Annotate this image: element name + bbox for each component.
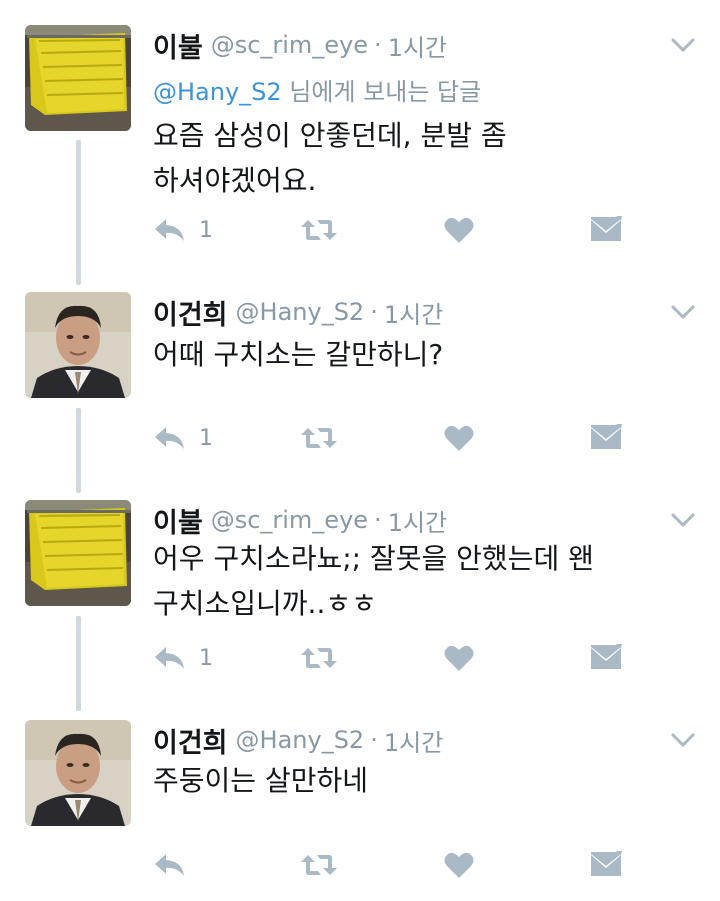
tweet-header: 이불 @sc_rim_eye · 1시간 xyxy=(153,26,447,65)
man-in-suit-avatar-image xyxy=(25,292,131,398)
avatar[interactable] xyxy=(25,500,131,606)
like-button[interactable] xyxy=(444,213,474,247)
tweet-header: 이불 @sc_rim_eye · 1시간 xyxy=(153,501,447,540)
user-handle[interactable]: @sc_rim_eye xyxy=(211,31,368,59)
chevron-down-icon[interactable] xyxy=(668,33,698,57)
tweet-actions xyxy=(153,848,633,882)
separator: · xyxy=(370,298,378,326)
chevron-down-icon[interactable] xyxy=(668,300,698,324)
replying-to: @Hany_S2 님에게 보내는 답글 xyxy=(153,72,481,107)
tweet-text: 어때 구치소는 갈만하니? xyxy=(153,338,444,371)
user-name[interactable]: 이건희 xyxy=(153,293,228,332)
avatar[interactable] xyxy=(25,25,131,131)
user-handle[interactable]: @Hany_S2 xyxy=(236,726,365,754)
tweet[interactable]: 이불 @sc_rim_eye · 1시간 @Hany_S2 님에게 보내는 답글… xyxy=(0,25,720,280)
envelope-icon xyxy=(590,851,622,879)
reply-count: 1 xyxy=(199,425,213,451)
retweet-button[interactable] xyxy=(299,213,339,247)
tweet-actions: 1 xyxy=(153,421,633,455)
retweet-icon xyxy=(299,216,339,244)
heart-icon xyxy=(444,216,474,244)
user-name[interactable]: 이건희 xyxy=(153,721,228,760)
reply-button[interactable]: 1 xyxy=(153,213,213,247)
tweet-actions: 1 xyxy=(153,641,633,675)
user-name[interactable]: 이불 xyxy=(153,501,203,540)
heart-icon xyxy=(444,851,474,879)
reply-icon xyxy=(153,216,187,244)
user-name[interactable]: 이불 xyxy=(153,26,203,65)
user-handle[interactable]: @sc_rim_eye xyxy=(211,506,368,534)
tweet-actions: 1 xyxy=(153,213,633,247)
user-handle[interactable]: @Hany_S2 xyxy=(236,298,365,326)
reply-suffix: 님에게 보내는 답글 xyxy=(281,78,482,106)
chevron-down-icon[interactable] xyxy=(668,728,698,752)
tweet[interactable]: 이건희 @Hany_S2 · 1시간 주둥이는 살만하네 xyxy=(0,720,720,895)
reply-button[interactable]: 1 xyxy=(153,641,213,675)
like-button[interactable] xyxy=(444,421,474,455)
man-in-suit-avatar-image xyxy=(25,720,131,826)
chevron-down-icon[interactable] xyxy=(668,508,698,532)
reply-icon xyxy=(153,424,187,452)
envelope-icon xyxy=(590,216,622,244)
retweet-button[interactable] xyxy=(299,848,339,882)
reply-icon xyxy=(153,851,187,879)
retweet-button[interactable] xyxy=(299,641,339,675)
tweet-text: 요즘 삼성이 안좋던데, 분발 좀 하셔야겠어요. xyxy=(153,119,507,197)
reply-count: 1 xyxy=(199,645,213,671)
reply-button[interactable] xyxy=(153,848,199,882)
reply-mention-link[interactable]: @Hany_S2 xyxy=(153,78,282,106)
avatar[interactable] xyxy=(25,720,131,826)
retweet-icon xyxy=(299,851,339,879)
timestamp[interactable]: 1시간 xyxy=(388,28,447,63)
timestamp[interactable]: 1시간 xyxy=(384,295,443,330)
retweet-icon xyxy=(299,424,339,452)
separator: · xyxy=(370,726,378,754)
reply-icon xyxy=(153,644,187,672)
retweet-button[interactable] xyxy=(299,421,339,455)
timestamp[interactable]: 1시간 xyxy=(388,503,447,538)
message-button[interactable] xyxy=(590,213,622,247)
separator: · xyxy=(374,31,382,59)
retweet-icon xyxy=(299,644,339,672)
timestamp[interactable]: 1시간 xyxy=(384,723,443,758)
envelope-icon xyxy=(590,644,622,672)
message-button[interactable] xyxy=(590,641,622,675)
separator: · xyxy=(374,506,382,534)
yellow-blanket-avatar-image xyxy=(25,500,131,606)
heart-icon xyxy=(444,424,474,452)
tweet-text: 어우 구치소라뇨;; 잘못을 안했는데 왠 구치소입니까..ㅎㅎ xyxy=(153,542,594,620)
envelope-icon xyxy=(590,424,622,452)
tweet-text: 주둥이는 살만하네 xyxy=(153,764,368,797)
like-button[interactable] xyxy=(444,641,474,675)
reply-button[interactable]: 1 xyxy=(153,421,213,455)
tweet-header: 이건희 @Hany_S2 · 1시간 xyxy=(153,721,443,760)
reply-count: 1 xyxy=(199,217,213,243)
tweet[interactable]: 이불 @sc_rim_eye · 1시간 어우 구치소라뇨;; 잘못을 안했는데… xyxy=(0,500,720,690)
message-button[interactable] xyxy=(590,421,622,455)
like-button[interactable] xyxy=(444,848,474,882)
heart-icon xyxy=(444,644,474,672)
yellow-blanket-avatar-image xyxy=(25,25,131,131)
tweet-header: 이건희 @Hany_S2 · 1시간 xyxy=(153,293,443,332)
avatar[interactable] xyxy=(25,292,131,398)
message-button[interactable] xyxy=(590,848,622,882)
tweet[interactable]: 이건희 @Hany_S2 · 1시간 어때 구치소는 갈만하니? 1 xyxy=(0,292,720,472)
